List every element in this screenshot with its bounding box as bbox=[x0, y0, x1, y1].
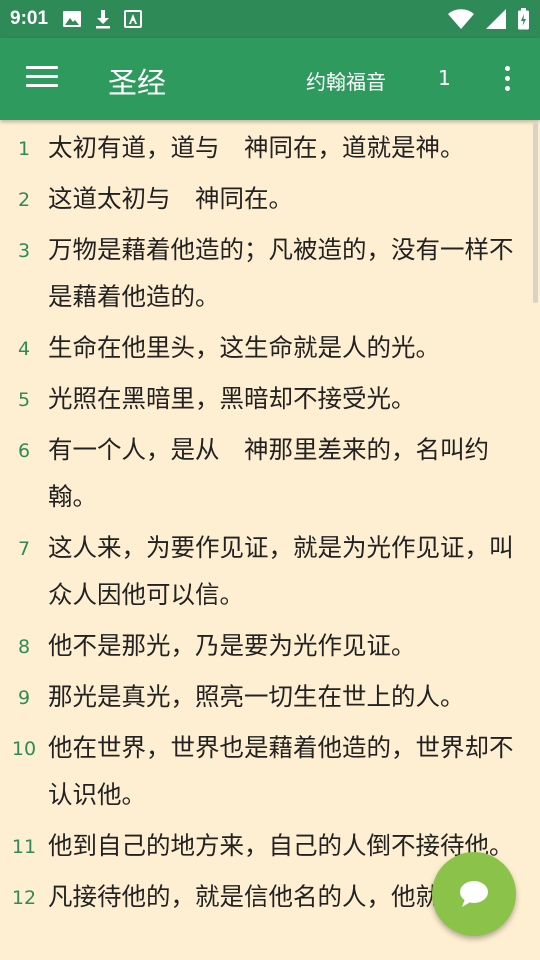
verse-item[interactable]: 7 这人来，为要作见证，就是为光作见证，叫众人因他可以信。 bbox=[0, 524, 532, 618]
verse-item[interactable]: 8 他不是那光，乃是要为光作见证。 bbox=[0, 622, 532, 669]
verse-text: 有一个人，是从 神那里差来的，名叫约翰。 bbox=[48, 435, 489, 511]
verse-item[interactable]: 2 这道太初与 神同在。 bbox=[0, 175, 532, 222]
verse-number: 12 bbox=[11, 887, 37, 909]
scrollbar-thumb[interactable] bbox=[533, 123, 538, 303]
status-time: 9:01 bbox=[10, 8, 49, 29]
verse-text: 光照在黑暗里，黑暗却不接受光。 bbox=[48, 384, 416, 413]
verse-list[interactable]: 1 太初有道，道与 神同在，道就是神。 2 这道太初与 神同在。 3 万物是藉着… bbox=[0, 120, 532, 960]
verse-number: 3 bbox=[17, 240, 31, 262]
verse-text: 他不是那光，乃是要为光作见证。 bbox=[48, 631, 416, 660]
font-icon bbox=[124, 10, 143, 28]
verse-text: 太初有道，道与 神同在，道就是神。 bbox=[48, 133, 465, 162]
image-icon bbox=[63, 11, 82, 27]
verse-text: 生命在他里头，这生命就是人的光。 bbox=[48, 333, 440, 362]
verse-text: 这人来，为要作见证，就是为光作见证，叫众人因他可以信。 bbox=[48, 533, 514, 609]
verse-item[interactable]: 1 太初有道，道与 神同在，道就是神。 bbox=[0, 124, 532, 171]
verse-text: 他在世界，世界也是藉着他造的，世界却不认识他。 bbox=[48, 733, 514, 809]
verse-number: 9 bbox=[17, 687, 31, 709]
battery-icon bbox=[518, 8, 529, 30]
verse-item[interactable]: 5 光照在黑暗里，黑暗却不接受光。 bbox=[0, 375, 532, 422]
verse-number: 2 bbox=[17, 189, 31, 211]
verse-item[interactable]: 10 他在世界，世界也是藉着他造的，世界却不认识他。 bbox=[0, 724, 532, 818]
verse-number: 7 bbox=[17, 538, 31, 560]
verse-number: 11 bbox=[11, 836, 37, 858]
verse-item[interactable]: 9 那光是真光，照亮一切生在世上的人。 bbox=[0, 673, 532, 720]
chat-bubble-icon bbox=[460, 881, 488, 907]
verse-number: 8 bbox=[17, 636, 31, 658]
status-bar: 9:01 bbox=[0, 0, 540, 38]
wifi-icon bbox=[448, 9, 474, 29]
verse-item[interactable]: 3 万物是藉着他造的；凡被造的，没有一样不是藉着他造的。 bbox=[0, 226, 532, 320]
verse-number: 1 bbox=[17, 138, 31, 160]
verse-number: 6 bbox=[17, 440, 31, 462]
signal-icon bbox=[486, 9, 506, 29]
chapter-selector[interactable]: 1 bbox=[438, 66, 451, 90]
verse-text: 这道太初与 神同在。 bbox=[48, 184, 293, 213]
app-title: 圣经 bbox=[108, 66, 167, 100]
verse-number: 4 bbox=[17, 338, 31, 360]
app-toolbar: 圣经 约翰福音 1 bbox=[0, 38, 540, 120]
verse-item[interactable]: 4 生命在他里头，这生命就是人的光。 bbox=[0, 324, 532, 371]
download-icon bbox=[96, 10, 111, 29]
menu-icon[interactable] bbox=[26, 66, 58, 92]
verse-number: 10 bbox=[11, 738, 37, 760]
verse-text: 万物是藉着他造的；凡被造的，没有一样不是藉着他造的。 bbox=[48, 235, 514, 311]
book-selector[interactable]: 约翰福音 bbox=[306, 66, 386, 95]
more-options-icon[interactable] bbox=[500, 66, 514, 94]
verse-number: 5 bbox=[17, 389, 31, 411]
comment-fab-button[interactable] bbox=[432, 852, 516, 936]
verse-text: 那光是真光，照亮一切生在世上的人。 bbox=[48, 682, 465, 711]
verse-item[interactable]: 6 有一个人，是从 神那里差来的，名叫约翰。 bbox=[0, 426, 532, 520]
